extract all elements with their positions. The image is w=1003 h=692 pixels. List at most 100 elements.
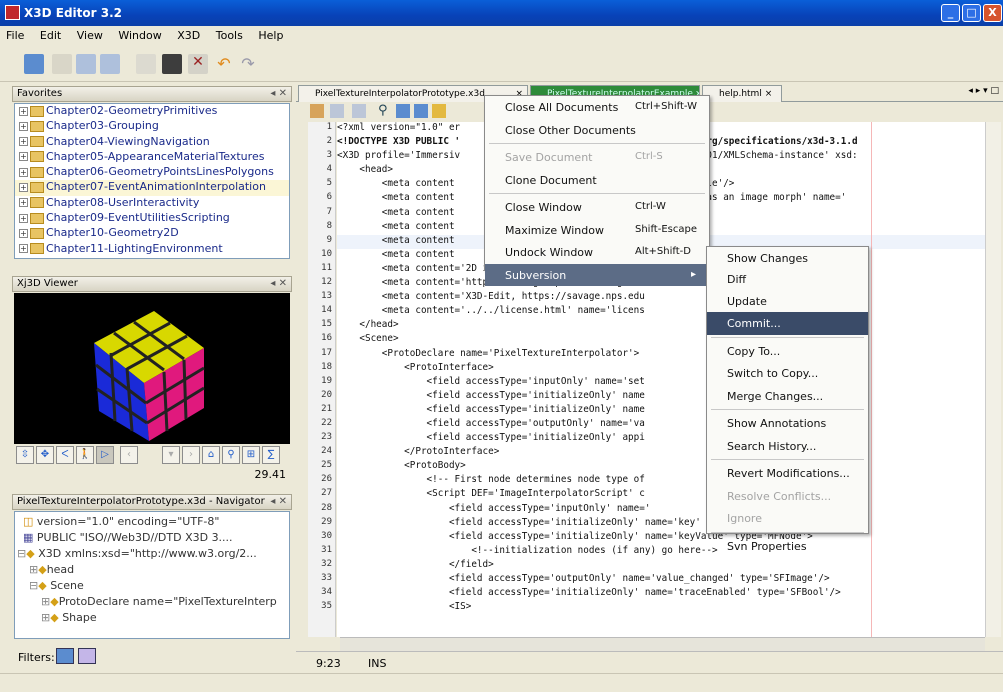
tree-item[interactable]: ⊟◆ Scene <box>15 579 289 595</box>
expand-icon[interactable]: ⊞ <box>29 563 38 576</box>
tab-scroll-icon[interactable]: ◂ ▸ ▾ □ <box>968 86 999 96</box>
tree-item[interactable]: + Chapter05-AppearanceMaterialTextures <box>15 150 289 165</box>
menu-item-close-others[interactable]: Close Other Documents <box>485 119 709 142</box>
code-line[interactable]: </ProtoInterface> <box>337 446 987 460</box>
undo-icon[interactable]: ↶ <box>214 54 234 74</box>
expand-icon[interactable]: + <box>19 121 28 131</box>
back-icon[interactable] <box>330 104 344 118</box>
code-line[interactable]: </head> <box>337 319 987 333</box>
menu-item-svn-properties[interactable]: Svn Properties <box>707 535 868 558</box>
find-icon[interactable]: ⚲ <box>378 103 388 118</box>
code-line[interactable]: <field accessType='initializeOnly' name=… <box>337 587 987 601</box>
tree-item[interactable]: ⊞◆ProtoDeclare name="PixelTextureInterp <box>15 595 289 611</box>
expand-icon[interactable]: + <box>19 198 28 208</box>
code-line[interactable]: <field accessType='outputOnly' name='val… <box>337 573 987 587</box>
fit-icon[interactable]: ⊞ <box>242 446 260 464</box>
code-line[interactable]: <ProtoInterface> <box>337 362 987 376</box>
examine-icon[interactable]: ▷ <box>96 446 114 464</box>
pan-icon[interactable]: ✥ <box>36 446 54 464</box>
code-line[interactable]: <field accessType='initializeOnly' name=… <box>337 531 987 545</box>
code-line[interactable]: <meta content='X3D-Edit, https://savage.… <box>337 291 987 305</box>
bookmark-icon[interactable] <box>432 104 446 118</box>
expand-icon[interactable]: ⊞ <box>41 595 50 608</box>
menu-item-subversion[interactable]: Subversion ▸ <box>485 263 709 286</box>
code-line[interactable]: <field accessType='initializeOnly' name=… <box>337 517 987 531</box>
prev-viewpoint-icon[interactable]: ‹ <box>120 446 138 464</box>
menu-item-commit[interactable]: Commit... <box>707 312 868 335</box>
new-project-icon[interactable] <box>24 54 44 74</box>
expand-icon[interactable]: + <box>19 152 28 162</box>
redo-icon[interactable]: ↷ <box>238 54 258 74</box>
menu-item-clone-document[interactable]: Clone Document <box>485 169 709 192</box>
code-line[interactable]: <!-- First node determines node type of <box>337 474 987 488</box>
menu-item-revert-modifications[interactable]: Revert Modifications... <box>707 462 868 485</box>
expand-icon[interactable]: + <box>19 228 28 238</box>
close-window-button[interactable]: X <box>983 4 1002 22</box>
tree-item-selected[interactable]: + Chapter07-EventAnimationInterpolation <box>15 180 289 196</box>
tree-item[interactable]: ▦ PUBLIC "ISO//Web3D//DTD X3D 3.... <box>15 531 289 547</box>
collapse-icon[interactable]: ⊟ <box>17 547 26 560</box>
next-viewpoint-icon[interactable]: › <box>182 446 200 464</box>
close-tab-icon[interactable]: × <box>765 89 773 99</box>
menu-view[interactable]: View <box>71 26 109 42</box>
navigate-icon[interactable]: ⇳ <box>16 446 34 464</box>
editor-vertical-scrollbar[interactable] <box>985 122 1001 637</box>
menu-x3d[interactable]: X3D <box>171 26 206 42</box>
tree-item[interactable]: + Chapter04-ViewingNavigation <box>15 135 289 150</box>
viewpoint-select[interactable]: ▾ <box>162 446 180 464</box>
menu-tools[interactable]: Tools <box>210 26 249 42</box>
menu-item-resolve-conflicts[interactable]: Resolve Conflicts... <box>707 485 868 508</box>
menu-item-diff[interactable]: Diff <box>707 270 868 290</box>
code-line[interactable]: <ProtoDeclare name='PixelTextureInterpol… <box>337 348 987 362</box>
status-icon[interactable]: ∑ <box>262 446 280 464</box>
menu-edit[interactable]: Edit <box>34 26 67 42</box>
panel-close-icon[interactable]: ◂ ✕ <box>270 88 287 99</box>
tree-item[interactable]: + Chapter08-UserInteractivity <box>15 196 289 211</box>
window-title-bar[interactable]: X3D Editor 3.2 _ □ X <box>0 0 1003 26</box>
expand-icon[interactable]: ⊞ <box>41 611 50 624</box>
menu-file[interactable]: File <box>0 26 30 42</box>
menu-item-save-document[interactable]: Save Document Ctrl-S <box>485 146 709 169</box>
tree-item[interactable]: + Chapter10-Geometry2D <box>15 226 289 241</box>
menu-item-ignore[interactable]: Ignore <box>707 507 868 530</box>
collapse-icon[interactable]: ⊟ <box>29 579 38 592</box>
save-all-icon[interactable] <box>100 54 120 74</box>
panel-close-icon[interactable]: ◂ ✕ <box>270 278 287 289</box>
cut-icon[interactable] <box>136 54 156 74</box>
expand-icon[interactable]: + <box>19 182 28 192</box>
tab-help[interactable]: help.html × <box>702 85 782 102</box>
code-line[interactable]: <Script DEF='ImageInterpolatorScript' c … <box>337 488 987 502</box>
filter-elements-icon[interactable] <box>78 648 96 664</box>
code-line[interactable]: <field accessType='outputOnly' name='va … <box>337 418 987 432</box>
expand-icon[interactable]: + <box>19 137 28 147</box>
find-next-icon[interactable] <box>414 104 428 118</box>
menu-item-close-window[interactable]: Close Window Ctrl-W <box>485 196 709 219</box>
walk-icon[interactable]: 🚶 <box>76 446 94 464</box>
menu-item-switch-to-copy[interactable]: Switch to Copy... <box>707 362 868 385</box>
x3d-viewer-canvas[interactable] <box>14 293 290 444</box>
tree-item[interactable]: + Chapter03-Grouping <box>15 119 289 134</box>
tree-item[interactable]: + Chapter02-GeometryPrimitives <box>15 104 289 119</box>
menu-item-close-all[interactable]: Close All Documents Ctrl+Shift-W <box>485 96 709 119</box>
menu-help[interactable]: Help <box>252 26 289 42</box>
code-line[interactable]: <field accessType='initializeOnly' name … <box>337 404 987 418</box>
menu-item-merge-changes[interactable]: Merge Changes... <box>707 385 868 408</box>
code-line[interactable]: <IS> <box>337 601 987 615</box>
tilt-icon[interactable]: ᐸ <box>56 446 74 464</box>
tree-item[interactable]: ⊟◆ X3D xmlns:xsd="http://www.w3.org/2... <box>15 547 289 563</box>
menu-window[interactable]: Window <box>112 26 167 42</box>
menu-item-update[interactable]: Update <box>707 290 868 313</box>
expand-icon[interactable]: + <box>19 244 28 254</box>
code-line[interactable]: <field accessType='initializeOnly' name … <box>337 390 987 404</box>
code-line[interactable]: <meta content='../../license.html' name=… <box>337 305 987 319</box>
maximize-button[interactable]: □ <box>962 4 981 22</box>
code-line[interactable]: <field accessType='inputOnly' name='set … <box>337 376 987 390</box>
editor-horizontal-scrollbar[interactable] <box>340 637 985 651</box>
binoculars-icon[interactable]: ⚲ <box>222 446 240 464</box>
tree-item[interactable]: ◫ version="1.0" encoding="UTF-8" <box>15 515 289 531</box>
expand-icon[interactable]: + <box>19 213 28 223</box>
save-icon[interactable] <box>76 54 96 74</box>
filter-attributes-icon[interactable] <box>56 648 74 664</box>
paste-icon[interactable] <box>162 54 182 74</box>
tree-item[interactable]: ⊞◆head <box>15 563 289 579</box>
